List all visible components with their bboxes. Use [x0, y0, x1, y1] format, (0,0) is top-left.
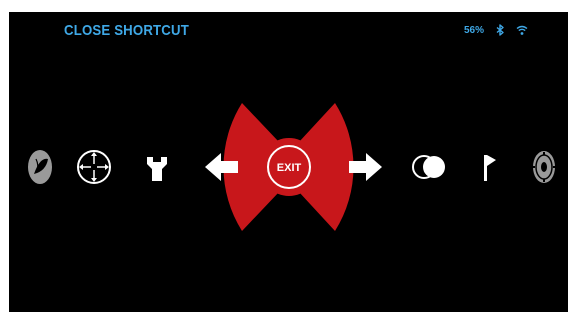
settings-gear-icon[interactable]	[533, 151, 555, 183]
radial-shortcut-menu: EXIT	[28, 103, 555, 231]
wrench-icon[interactable]	[147, 157, 167, 181]
exit-label: EXIT	[277, 162, 302, 174]
leaf-icon[interactable]	[28, 150, 52, 184]
reticle-icon[interactable]	[77, 150, 111, 184]
exit-button[interactable]: EXIT	[260, 138, 318, 196]
right-arrow-icon[interactable]	[349, 153, 382, 181]
flag-icon[interactable]	[484, 155, 496, 181]
device-screen: CLOSE SHORTCUT 56% EXIT	[9, 12, 568, 312]
overlap-circles-icon[interactable]	[412, 155, 445, 179]
